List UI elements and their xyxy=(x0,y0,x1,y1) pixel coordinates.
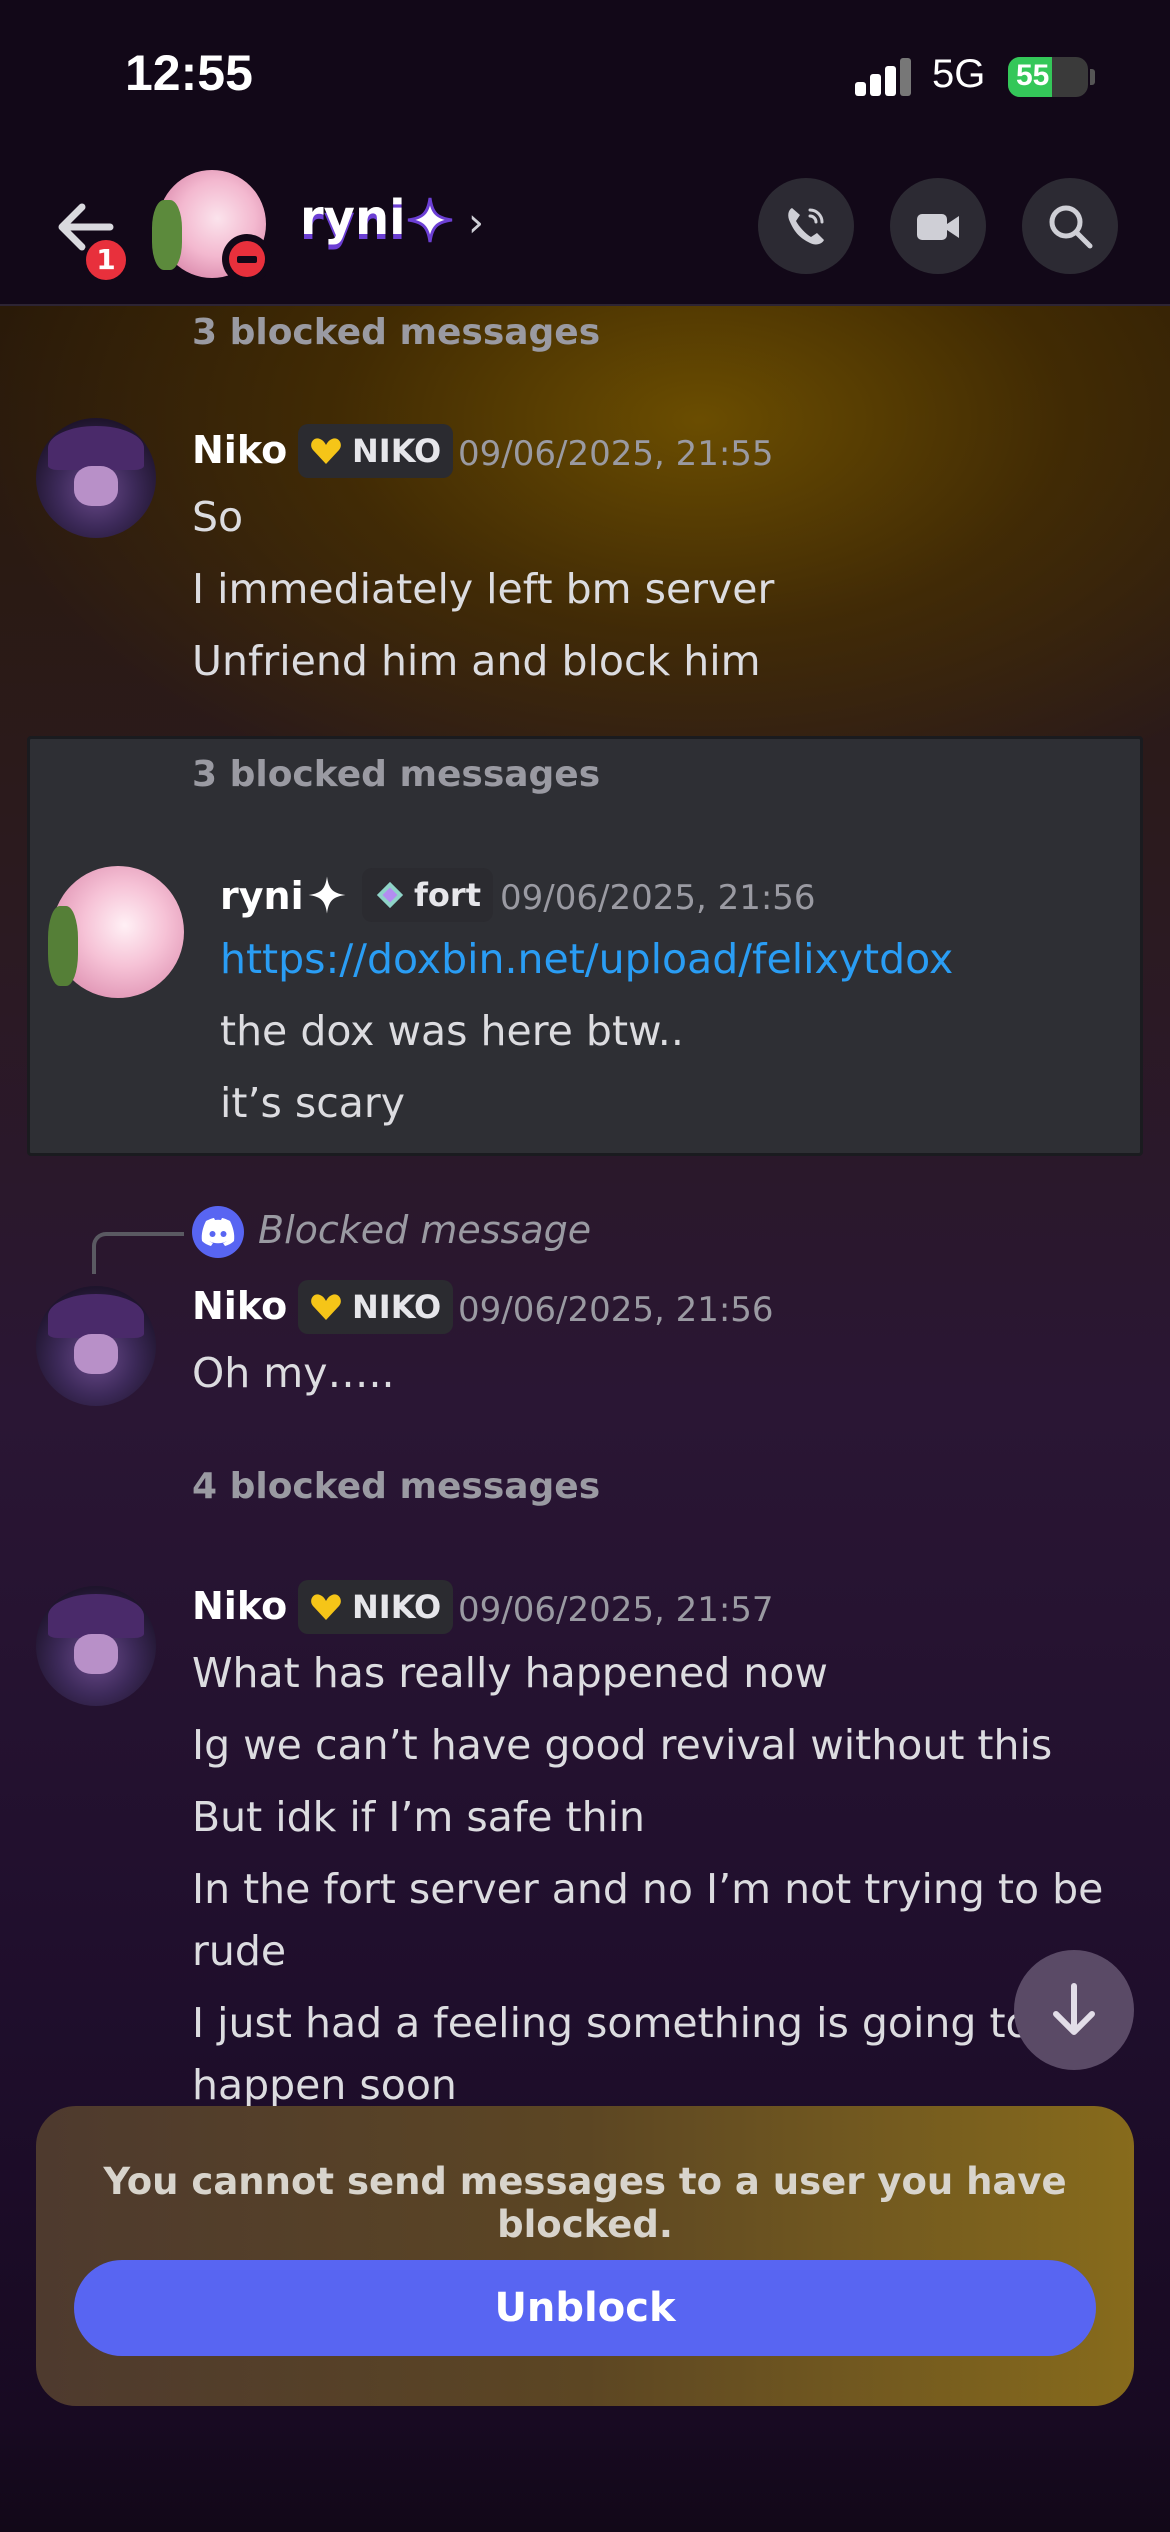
message-text: Unfriend him and block him xyxy=(192,637,761,685)
status-bar: 12:55 5G 55 xyxy=(0,0,1170,150)
fort-icon xyxy=(376,881,404,909)
blocked-messages-toggle[interactable]: 4 blocked messages xyxy=(192,1466,600,1507)
message-text: the dox was here btw.. xyxy=(220,1007,684,1055)
battery-icon: 55 xyxy=(1008,57,1088,97)
username[interactable]: ryni xyxy=(220,874,304,918)
message-text: Oh my….. xyxy=(192,1349,395,1397)
network-type: 5G xyxy=(932,52,986,96)
sparkle-icon xyxy=(407,197,453,243)
role-badge: NIKO xyxy=(298,1280,454,1334)
avatar[interactable] xyxy=(48,866,184,998)
message-text: it’s scary xyxy=(220,1079,406,1127)
voice-call-button[interactable] xyxy=(758,178,854,274)
heart-icon xyxy=(311,1294,341,1320)
role-badge: fort xyxy=(362,868,493,922)
timestamp: 09/06/2025, 21:57 xyxy=(458,1590,774,1630)
avatar[interactable] xyxy=(36,1286,156,1406)
blocked-status-icon xyxy=(222,234,272,284)
heart-icon xyxy=(311,1594,341,1620)
timestamp: 09/06/2025, 21:56 xyxy=(458,1290,774,1330)
contact-name[interactable]: ryni xyxy=(300,190,406,246)
role-badge: NIKO xyxy=(298,1580,454,1634)
message-text: What has really happened now xyxy=(192,1649,828,1697)
message-text: Ig we can’t have good revival without th… xyxy=(192,1721,1053,1769)
timestamp: 09/06/2025, 21:55 xyxy=(458,434,774,474)
video-call-button[interactable] xyxy=(890,178,986,274)
username[interactable]: Niko xyxy=(192,1284,287,1328)
chevron-right-icon[interactable]: › xyxy=(468,200,484,246)
blocked-user-panel: You cannot send messages to a user you h… xyxy=(36,2106,1134,2406)
message-text: But idk if I’m safe thin xyxy=(192,1793,645,1841)
avatar[interactable] xyxy=(36,1586,156,1706)
message-text: I just had a feeling something is going … xyxy=(192,1999,1031,2047)
role-label: NIKO xyxy=(352,432,442,470)
reply-connector xyxy=(92,1232,184,1274)
message-link[interactable]: https://doxbin.net/upload/felixytdox xyxy=(220,935,953,983)
blocked-messages-toggle[interactable]: 3 blocked messages xyxy=(192,754,600,795)
phone-icon xyxy=(788,208,824,245)
role-badge: NIKO xyxy=(298,424,454,478)
search-icon xyxy=(1049,205,1093,249)
scroll-to-bottom-button[interactable] xyxy=(1014,1950,1134,2070)
unblock-button[interactable]: Unblock xyxy=(74,2260,1096,2356)
message-text: happen soon xyxy=(192,2061,457,2109)
timestamp: 09/06/2025, 21:56 xyxy=(500,878,816,918)
battery-cap xyxy=(1090,69,1095,85)
sparkle-icon xyxy=(308,876,346,914)
arrow-down-icon xyxy=(1053,1983,1095,2035)
search-button[interactable] xyxy=(1022,178,1118,274)
message-text: rude xyxy=(192,1927,287,1975)
avatar[interactable] xyxy=(36,418,156,538)
role-label: fort xyxy=(414,876,481,914)
reply-preview-text[interactable]: Blocked message xyxy=(258,1208,591,1252)
role-label: NIKO xyxy=(352,1588,442,1626)
username[interactable]: Niko xyxy=(192,1584,287,1628)
signal-icon xyxy=(855,58,915,96)
chat-header: 1 ryni › xyxy=(0,150,1170,306)
blocked-messages-toggle[interactable]: 3 blocked messages xyxy=(192,312,600,353)
battery-level: 55 xyxy=(1016,59,1050,92)
role-label: NIKO xyxy=(352,1288,442,1326)
username[interactable]: Niko xyxy=(192,428,287,472)
unread-badge: 1 xyxy=(82,236,130,284)
blocked-notice: You cannot send messages to a user you h… xyxy=(103,2160,1067,2246)
video-icon xyxy=(917,214,959,240)
message-text: I immediately left bm server xyxy=(192,565,775,613)
status-time: 12:55 xyxy=(125,45,253,101)
discord-icon xyxy=(192,1206,244,1258)
heart-icon xyxy=(311,438,341,464)
message-text: So xyxy=(192,493,244,541)
message-text: In the fort server and no I’m not trying… xyxy=(192,1865,1104,1913)
